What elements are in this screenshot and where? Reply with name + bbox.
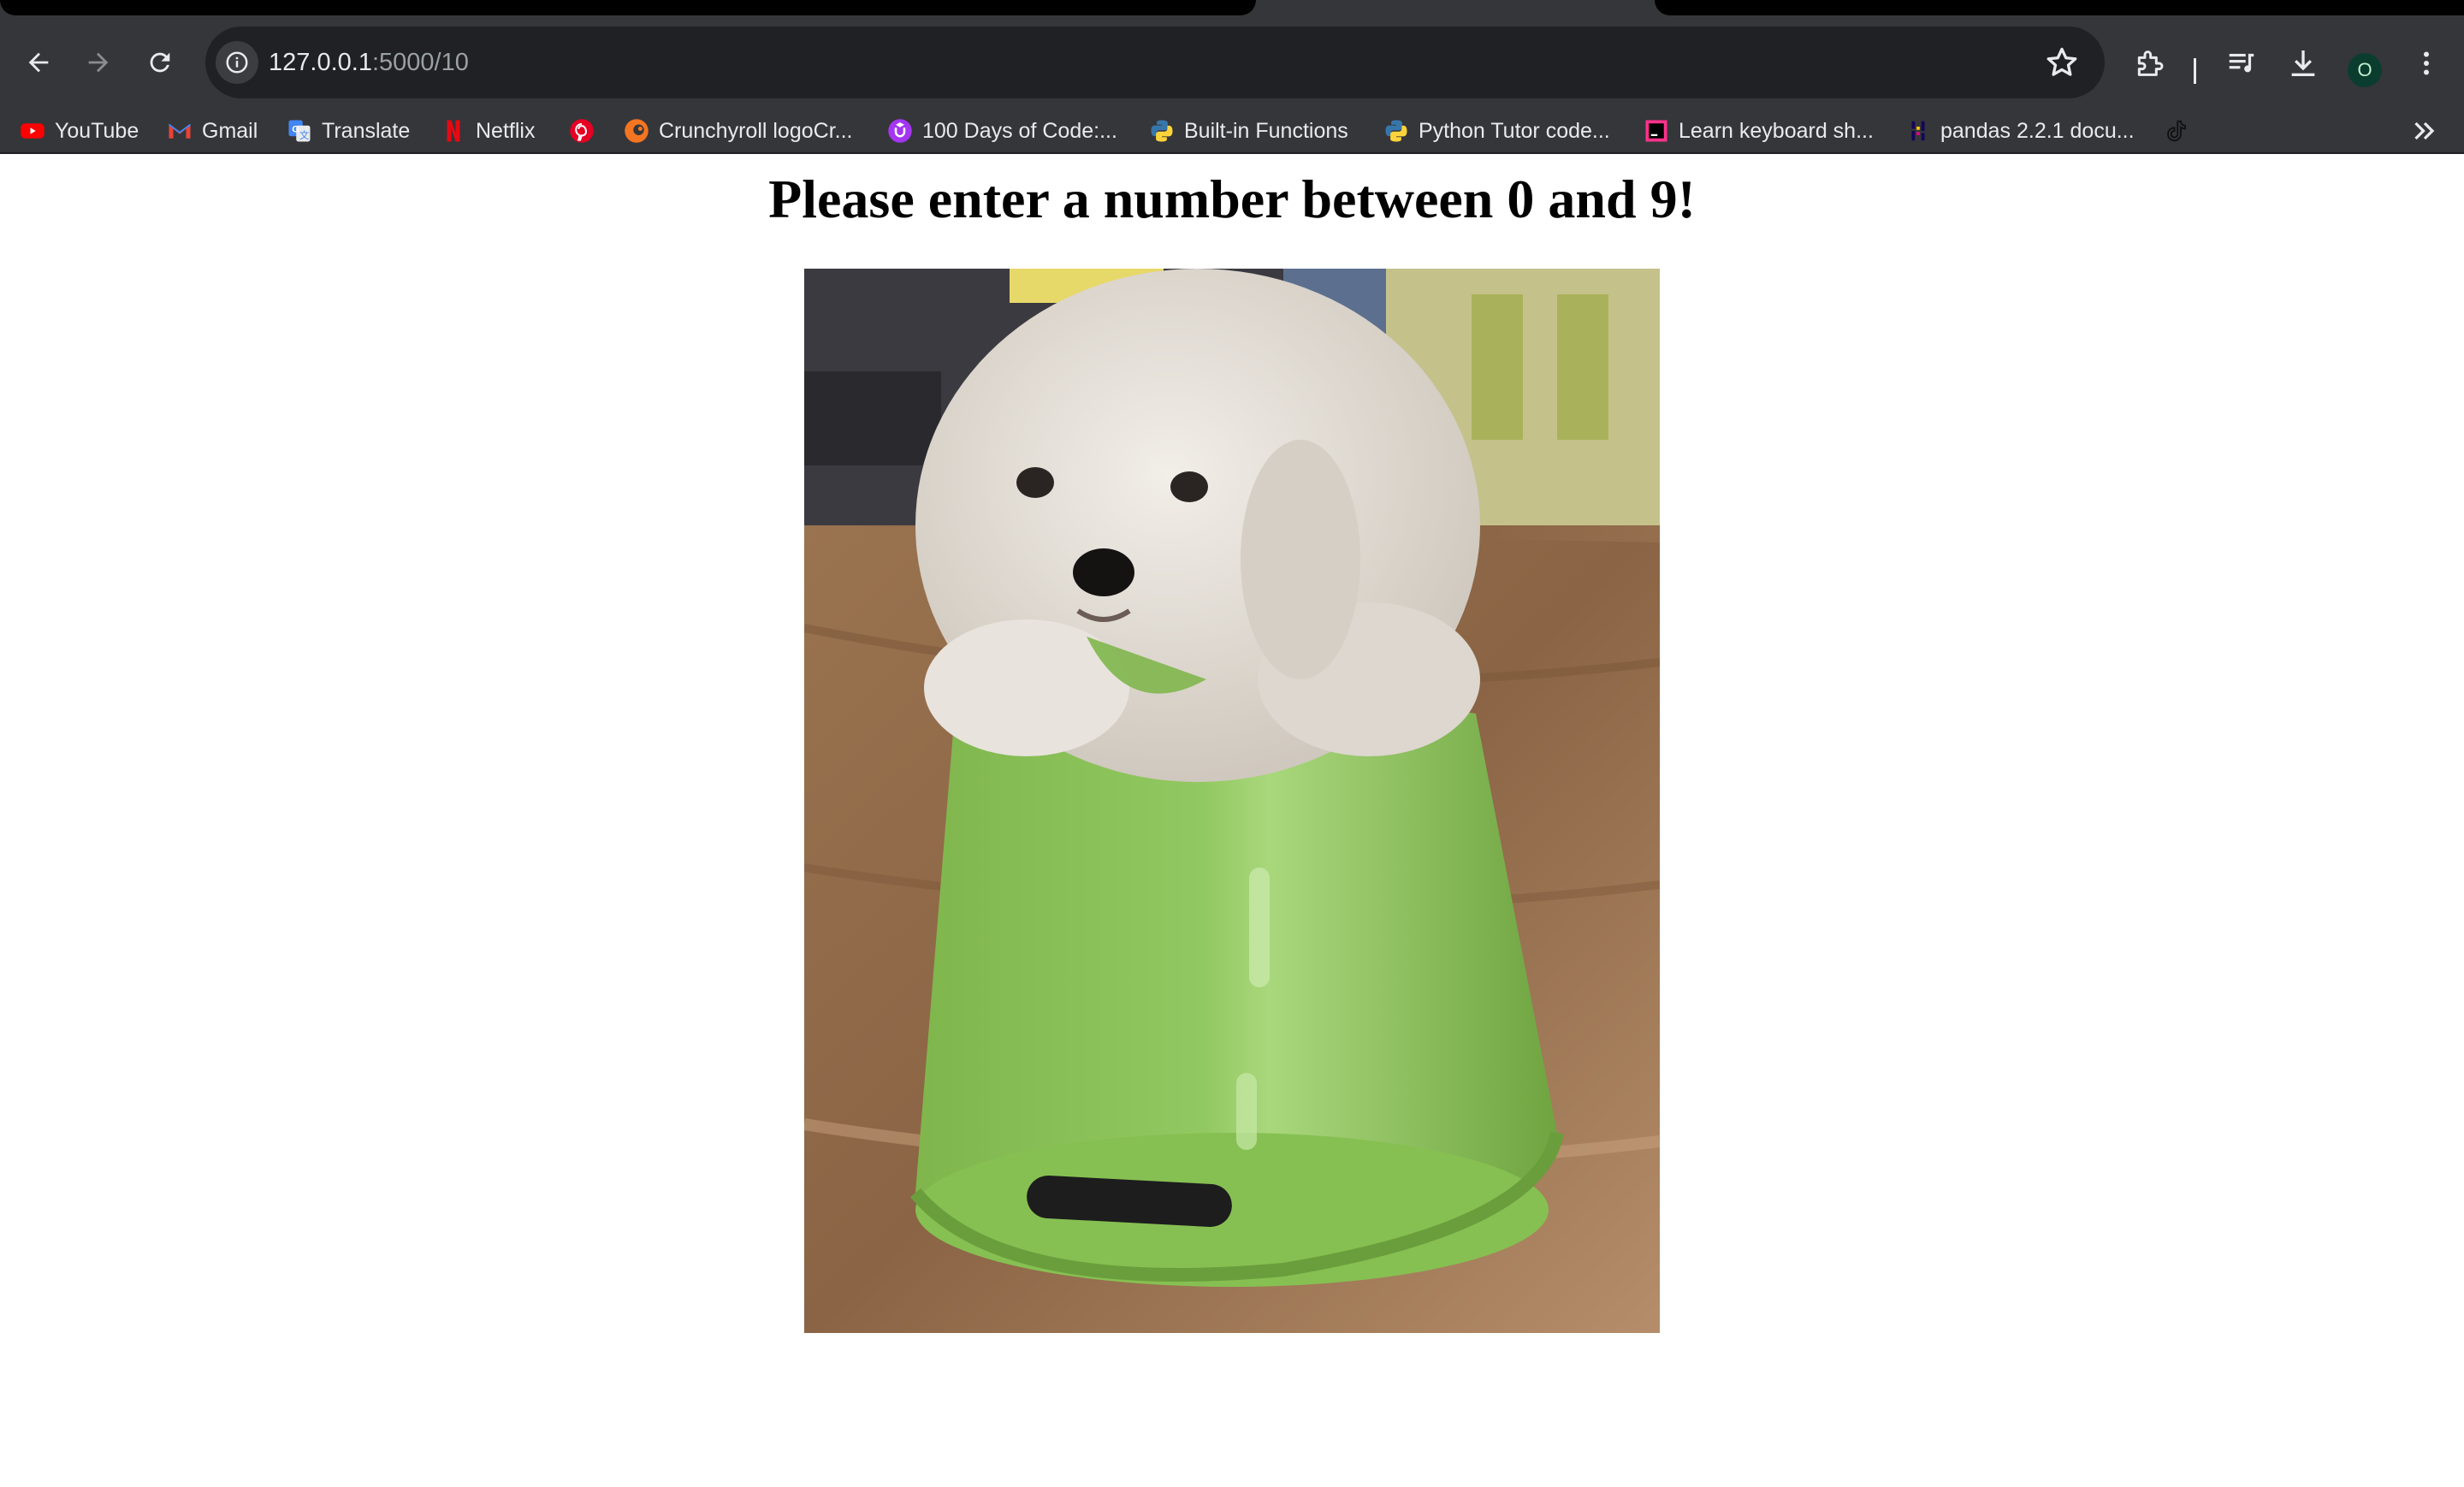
- page-content: Please enter a number between 0 and 9!: [0, 154, 2464, 1487]
- pinterest-icon: [568, 117, 595, 145]
- browser-tab[interactable]: [0, 0, 1256, 15]
- extensions-icon[interactable]: [2130, 44, 2168, 82]
- tab-strip: [0, 0, 2464, 17]
- url-text[interactable]: 127.0.0.1:5000/10: [269, 27, 469, 98]
- reload-icon: [150, 52, 170, 73]
- url-path: :5000/10: [371, 49, 469, 76]
- bookmark-translate[interactable]: G文 Translate: [286, 108, 410, 154]
- bookmark-100-days-of-code[interactable]: 100 Days of Code:...: [886, 108, 1117, 154]
- jetbrains-icon: [1643, 117, 1670, 145]
- bookmark-label: 100 Days of Code:...: [922, 118, 1117, 143]
- browser-toolbar: 127.0.0.1:5000/10 O: [0, 17, 2464, 108]
- bookmark-built-in-functions[interactable]: Built-in Functions: [1148, 108, 1348, 154]
- bookmark-label: pandas 2.2.1 docu...: [1940, 118, 2135, 143]
- site-info-icon[interactable]: [216, 41, 258, 84]
- tiktok-icon: [2163, 117, 2190, 145]
- download-icon[interactable]: [2284, 44, 2322, 82]
- forward-button[interactable]: [77, 41, 120, 84]
- address-bar[interactable]: 127.0.0.1:5000/10: [205, 27, 2105, 98]
- bookmark-label: Python Tutor code...: [1419, 118, 1610, 143]
- bookmarks-bar: YouTube Gmail G文 Translate Netflix Crunc…: [0, 108, 2464, 154]
- udemy-icon: [886, 117, 914, 145]
- svg-text:文: 文: [299, 129, 309, 141]
- crunchyroll-icon: [623, 117, 650, 145]
- bookmark-label: Translate: [322, 118, 411, 143]
- bookmark-tiktok[interactable]: [2163, 108, 2199, 154]
- bookmark-label: YouTube: [55, 118, 139, 143]
- bookmark-youtube[interactable]: YouTube: [19, 108, 139, 154]
- page-heading: Please enter a number between 0 and 9!: [768, 169, 1696, 229]
- browser-tab[interactable]: [1655, 0, 2464, 15]
- netflix-icon: [440, 117, 467, 145]
- chevron-double-right-icon[interactable]: [2409, 116, 2440, 146]
- arrow-right-icon: [88, 52, 109, 73]
- bookmark-pinterest[interactable]: [568, 108, 604, 154]
- bookmark-label: Built-in Functions: [1184, 118, 1348, 143]
- gmail-icon: [166, 117, 193, 145]
- bookmark-label: Learn keyboard sh...: [1679, 118, 1874, 143]
- bookmark-label: Gmail: [202, 118, 258, 143]
- translate-icon: G文: [286, 117, 313, 145]
- profile-avatar[interactable]: O: [2348, 53, 2382, 87]
- puppy-image: [804, 269, 1660, 1333]
- bookmark-star-icon[interactable]: [2043, 44, 2081, 81]
- reload-button[interactable]: [139, 41, 181, 84]
- bookmark-label: Netflix: [476, 118, 536, 143]
- toolbar-separator: [2194, 58, 2196, 84]
- youtube-icon: [19, 117, 46, 145]
- svg-text:G: G: [292, 124, 299, 134]
- menu-kebab-icon[interactable]: [2408, 44, 2445, 82]
- url-host: 127.0.0.1: [269, 49, 372, 76]
- bookmark-learn-keyboard[interactable]: Learn keyboard sh...: [1643, 108, 1874, 154]
- bookmark-gmail[interactable]: Gmail: [166, 108, 258, 154]
- back-button[interactable]: [17, 41, 60, 84]
- bookmark-label: Crunchyroll logoCr...: [659, 118, 853, 143]
- bookmark-pandas[interactable]: pandas 2.2.1 docu...: [1904, 108, 2135, 154]
- bookmark-crunchyroll[interactable]: Crunchyroll logoCr...: [623, 108, 852, 154]
- puppy-on-bucket-illustration: [804, 269, 1660, 1333]
- python-icon: [1148, 117, 1176, 145]
- pandas-icon: [1904, 117, 1932, 145]
- media-control-icon[interactable]: [2223, 44, 2260, 82]
- arrow-left-icon: [28, 52, 49, 73]
- bookmark-python-tutor[interactable]: Python Tutor code...: [1383, 108, 1610, 154]
- python-icon: [1383, 117, 1410, 145]
- bookmark-netflix[interactable]: Netflix: [440, 108, 535, 154]
